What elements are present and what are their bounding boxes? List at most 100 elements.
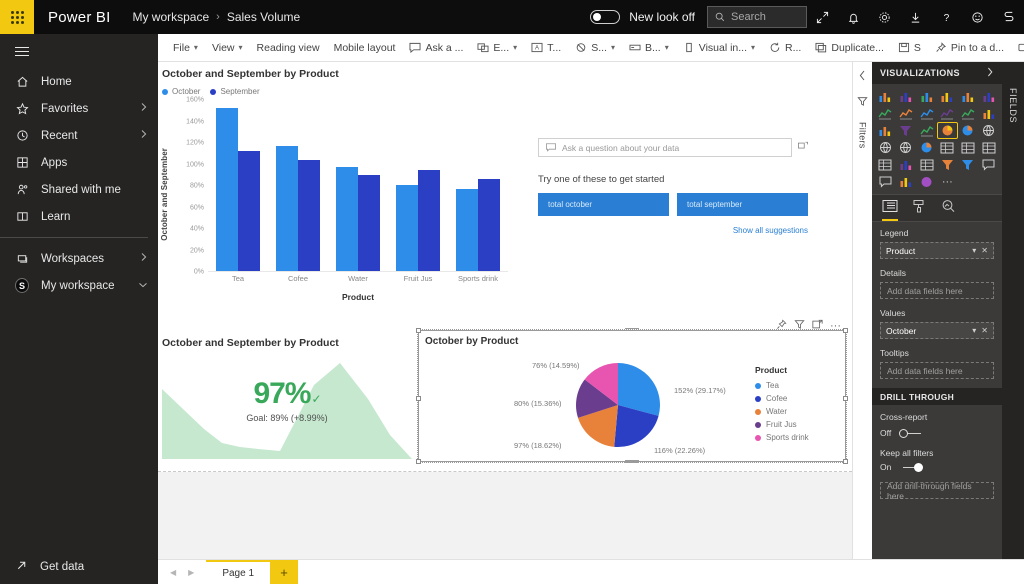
breadcrumb-report[interactable]: Sales Volume (227, 10, 300, 24)
resize-grip-bottom[interactable] (625, 460, 639, 464)
field-chip-values[interactable]: October ▾ ✕ (880, 322, 994, 339)
toolbar-file-menu[interactable]: File ▾ (166, 34, 205, 62)
handle-middle-right[interactable] (843, 396, 848, 401)
bar[interactable] (456, 189, 478, 271)
pie-legend-item[interactable]: Water (755, 405, 837, 418)
pie-chart-graphic[interactable] (559, 355, 677, 455)
toolbar-shapes[interactable]: S... ▾ (568, 34, 622, 62)
toolbar-mobile-layout[interactable]: Mobile layout (327, 34, 403, 62)
field-well-details[interactable]: Add data fields here (880, 282, 994, 299)
chevron-down-icon[interactable]: ▾ (972, 246, 976, 255)
notifications-icon[interactable] (838, 0, 869, 34)
toolbar-pin-to-dashboard[interactable]: Pin to a d... (928, 34, 1011, 62)
chevron-left-icon[interactable]: ◀ (170, 568, 176, 577)
bar[interactable] (396, 185, 418, 271)
new-look-toggle[interactable]: New look off (590, 10, 695, 24)
bar[interactable] (276, 146, 298, 271)
matrix-icon[interactable] (938, 140, 957, 155)
donut-chart-icon[interactable] (959, 123, 978, 138)
show-all-suggestions-link[interactable]: Show all suggestions (538, 226, 808, 235)
sidebar-item-home[interactable]: Home (0, 68, 158, 95)
filters-pane-collapsed[interactable]: Filters (852, 62, 872, 559)
handle-middle-left[interactable] (416, 396, 421, 401)
slicer-icon[interactable] (917, 157, 936, 172)
100-stacked-column-icon[interactable] (979, 89, 998, 104)
stacked-column-chart-icon[interactable] (897, 89, 916, 104)
more-options-icon[interactable]: ··· (830, 322, 841, 330)
filter-icon[interactable] (857, 96, 868, 110)
bar[interactable] (478, 179, 500, 271)
100-stacked-bar-icon[interactable] (959, 89, 978, 104)
filled-map-icon[interactable] (897, 140, 916, 155)
cross-report-toggle-row[interactable]: Off (872, 424, 1002, 442)
handle-bottom-left[interactable] (416, 459, 421, 464)
qna-suggestion-button[interactable]: total september (677, 193, 808, 216)
handle-bottom-right[interactable] (843, 459, 848, 464)
report-page-surface[interactable]: October and September by Product October… (158, 62, 852, 472)
bar[interactable] (358, 175, 380, 271)
expand-icon[interactable] (807, 0, 838, 34)
bar-group[interactable] (396, 100, 440, 271)
sidebar-item-my-workspace[interactable]: S My workspace (0, 272, 158, 299)
line-chart-icon[interactable] (876, 106, 895, 121)
account-icon[interactable] (993, 0, 1024, 34)
waterfall-chart-icon[interactable] (876, 123, 895, 138)
qna-expand-icon[interactable] (798, 138, 808, 154)
scatter-chart-icon[interactable] (917, 123, 936, 138)
close-icon[interactable]: ✕ (981, 326, 988, 335)
chevron-right-icon[interactable] (986, 67, 994, 79)
resize-grip-top[interactable] (625, 328, 639, 332)
toolbar-chat-in-teams[interactable]: Chat i... (1011, 34, 1024, 62)
legend-item-october[interactable]: October (162, 87, 200, 96)
report-canvas[interactable]: October and September by Product October… (158, 62, 852, 559)
multi-row-card-icon[interactable] (876, 157, 895, 172)
legend-item-september[interactable]: September (210, 87, 259, 96)
toolbar-save[interactable]: S (891, 34, 928, 62)
close-icon[interactable]: ✕ (981, 246, 988, 255)
bar-group[interactable] (456, 100, 500, 271)
search-input[interactable]: Search (707, 6, 807, 28)
app-launcher-icon[interactable] (0, 0, 34, 34)
influencers-icon[interactable] (938, 157, 957, 172)
qna-question-input[interactable]: Ask a question about your data (538, 138, 792, 157)
pie-legend-item[interactable]: Cofee (755, 392, 837, 405)
toolbar-visual-interactions[interactable]: Visual in... ▾ (676, 34, 762, 62)
chevron-down-icon[interactable]: ▾ (972, 326, 976, 335)
field-well-tooltips[interactable]: Add data fields here (880, 362, 994, 379)
download-icon[interactable] (900, 0, 931, 34)
fields-pane-collapsed[interactable]: FIELDS (1002, 62, 1024, 584)
bar[interactable] (336, 167, 358, 271)
python-visual-icon[interactable] (917, 174, 936, 189)
card-icon[interactable] (979, 140, 998, 155)
pie-legend-item[interactable]: Tea (755, 379, 837, 392)
sidebar-item-learn[interactable]: Learn (0, 203, 158, 230)
pin-icon[interactable] (776, 319, 787, 333)
decomposition-tree-icon[interactable] (959, 157, 978, 172)
pie-legend-item[interactable]: Sports drink (755, 431, 837, 444)
keep-filters-toggle[interactable] (899, 463, 923, 472)
pie-chart-icon[interactable] (938, 123, 957, 138)
treemap-icon[interactable] (979, 123, 998, 138)
field-chip-legend[interactable]: Product ▾ ✕ (880, 242, 994, 259)
qna-visual[interactable]: Ask a question about your data Try one o… (538, 138, 808, 235)
table-icon[interactable] (959, 140, 978, 155)
bar[interactable] (238, 151, 260, 271)
add-page-button[interactable]: + (270, 560, 298, 584)
clustered-bar-chart-icon[interactable] (917, 89, 936, 104)
gauge-icon[interactable] (917, 140, 936, 155)
map-icon[interactable] (876, 140, 895, 155)
sidebar-item-apps[interactable]: Apps (0, 149, 158, 176)
funnel-icon[interactable] (897, 123, 916, 138)
handle-top-right[interactable] (843, 328, 848, 333)
filter-icon[interactable] (794, 319, 805, 333)
keep-filters-toggle-row[interactable]: On (872, 458, 1002, 476)
pie-legend-item[interactable]: Fruit Jus (755, 418, 837, 431)
area-chart-icon[interactable] (897, 106, 916, 121)
toolbar-text-box[interactable]: A T... (524, 34, 568, 62)
sidebar-item-shared-with-me[interactable]: Shared with me (0, 176, 158, 203)
page-tab-page-1[interactable]: Page 1 (206, 560, 270, 584)
settings-icon[interactable] (869, 0, 900, 34)
toolbar-ask-a-question[interactable]: Ask a ... (402, 34, 470, 62)
pie-chart-visual[interactable]: ··· October by Product 152% (29.17%)116%… (418, 330, 846, 462)
chevron-left-icon[interactable] (858, 70, 867, 84)
